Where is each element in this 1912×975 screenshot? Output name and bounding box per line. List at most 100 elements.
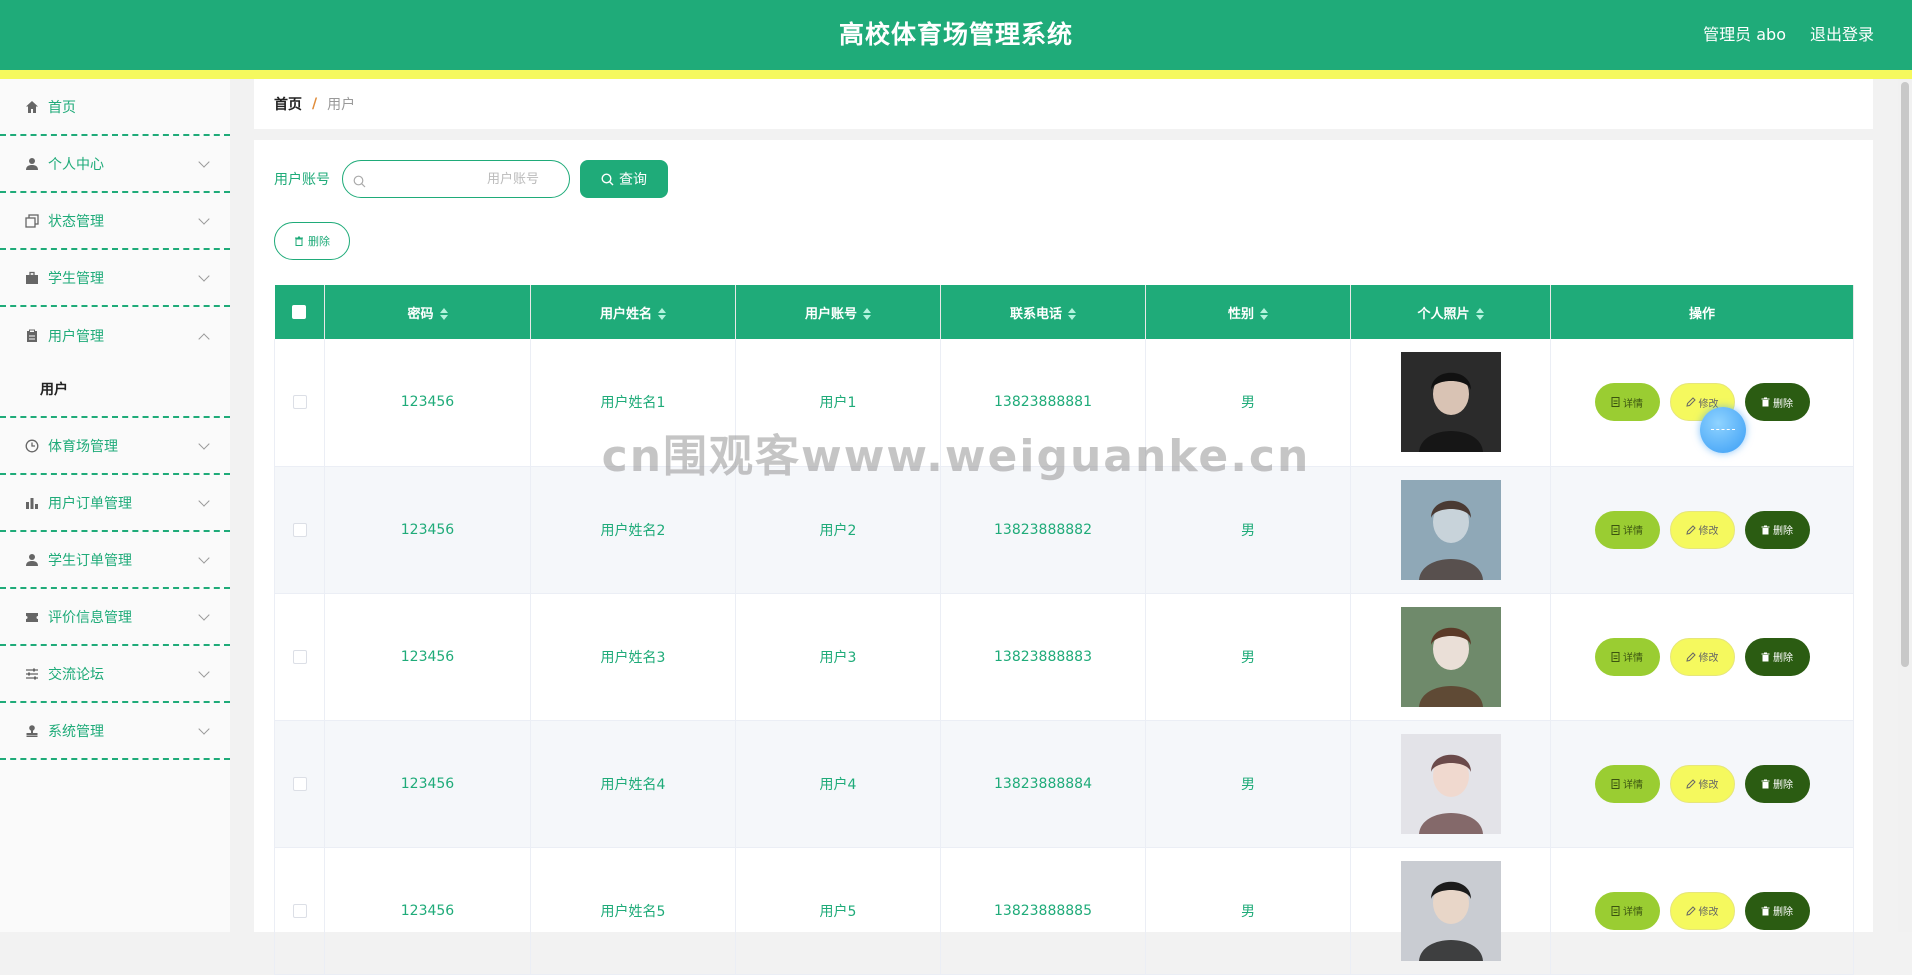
table-row: 123456 用户姓名1 用户1 13823888881 男 详情 修改 删除 — [274, 339, 1854, 466]
trash-icon — [1761, 906, 1770, 915]
account-cell: 用户2 — [735, 466, 941, 593]
column-header-password[interactable]: 密码 — [324, 285, 531, 339]
sort-icon[interactable] — [863, 308, 871, 320]
sidebar-item-home[interactable]: 首页 — [0, 79, 230, 136]
scrollbar-thumb[interactable] — [1901, 82, 1909, 667]
detail-button[interactable]: 详情 — [1594, 764, 1660, 803]
detail-button[interactable]: 详情 — [1594, 637, 1660, 676]
search-input[interactable] — [343, 161, 569, 197]
document-icon — [1611, 905, 1620, 916]
sidebar-item-system[interactable]: 系统管理 — [0, 703, 230, 760]
search-label: 用户账号 — [274, 172, 330, 188]
name-cell: 用户姓名3 — [530, 593, 736, 720]
detail-button-label: 详情 — [1623, 907, 1643, 918]
detail-button-label: 详情 — [1623, 398, 1643, 410]
chevron-down-icon — [198, 722, 210, 735]
delete-button[interactable]: 删除 — [1744, 510, 1810, 549]
sort-icon[interactable] — [1068, 308, 1076, 320]
row-checkbox[interactable] — [292, 649, 307, 664]
sidebar-item-personal-center[interactable]: 个人中心 — [0, 136, 230, 193]
header-accent-stripe — [0, 70, 1912, 79]
row-checkbox[interactable] — [292, 776, 307, 791]
password-cell: 123456 — [324, 339, 531, 466]
trash-icon — [1761, 397, 1770, 407]
sidebar-item-students[interactable]: 学生管理 — [0, 250, 230, 307]
column-header-phone[interactable]: 联系电话 — [940, 285, 1146, 339]
account-cell: 用户5 — [735, 847, 941, 974]
profile-photo[interactable] — [1400, 860, 1501, 961]
ticket-icon — [24, 609, 40, 625]
row-checkbox[interactable] — [292, 903, 307, 918]
gender-cell: 男 — [1145, 339, 1351, 466]
delete-button[interactable]: 删除 — [1744, 891, 1810, 930]
delete-button-label: 删除 — [1773, 780, 1793, 791]
search-button-label: 查询 — [619, 172, 647, 188]
chevron-down-icon — [198, 665, 210, 678]
account-cell: 用户3 — [735, 593, 941, 720]
pencil-icon — [1685, 397, 1696, 407]
sidebar-item-user-orders[interactable]: 用户订单管理 — [0, 475, 230, 532]
actions-cell: 详情 修改 删除 — [1550, 466, 1854, 593]
detail-button[interactable]: 详情 — [1594, 510, 1660, 549]
column-header-gender[interactable]: 性别 — [1145, 285, 1351, 339]
pencil-icon — [1685, 651, 1696, 662]
sidebar-item-forum[interactable]: 交流论坛 — [0, 646, 230, 703]
sidebar-subitem-users[interactable]: 用户 — [0, 364, 230, 416]
detail-button-label: 详情 — [1623, 653, 1643, 664]
edit-button[interactable]: 修改 — [1669, 637, 1735, 676]
column-header-photo[interactable]: 个人照片 — [1350, 285, 1551, 339]
delete-button-label: 删除 — [1773, 398, 1793, 410]
password-cell: 123456 — [324, 593, 531, 720]
logout-button[interactable]: 退出登录 — [1810, 0, 1874, 70]
document-icon — [1611, 778, 1620, 789]
sort-icon[interactable] — [658, 308, 666, 320]
column-header-label: 联系电话 — [1009, 306, 1062, 322]
sort-icon[interactable] — [439, 308, 448, 320]
edit-button[interactable]: 修改 — [1669, 891, 1735, 930]
users-table: 密码 用户姓名 用户账号 联系电话 性别 个人照片 操作 123456 用户姓名1… — [274, 285, 1854, 975]
profile-photo[interactable] — [1400, 606, 1501, 707]
delete-button[interactable]: 删除 — [1744, 764, 1810, 803]
edit-button[interactable]: 修改 — [1669, 764, 1735, 803]
delete-button[interactable]: 删除 — [1744, 637, 1810, 676]
sort-icon[interactable] — [1260, 308, 1268, 320]
detail-button-label: 详情 — [1623, 780, 1643, 791]
edit-button[interactable]: 修改 — [1669, 510, 1735, 549]
current-user-label[interactable]: 管理员 abo — [1703, 0, 1786, 70]
select-all-cell — [274, 285, 325, 339]
floating-assistant-ball[interactable] — [1700, 407, 1746, 453]
sidebar-item-user-management[interactable]: 用户管理 — [0, 307, 230, 364]
profile-photo[interactable] — [1400, 733, 1501, 834]
sidebar-item-status[interactable]: 状态管理 — [0, 193, 230, 250]
row-checkbox[interactable] — [292, 522, 307, 537]
column-header-account[interactable]: 用户账号 — [735, 285, 941, 339]
profile-photo[interactable] — [1400, 479, 1501, 580]
delete-button[interactable]: 删除 — [1744, 383, 1810, 422]
phone-cell: 13823888883 — [940, 593, 1146, 720]
sort-icon[interactable] — [1475, 308, 1484, 320]
breadcrumb-home-link[interactable]: 首页 — [274, 94, 302, 114]
profile-photo[interactable] — [1400, 352, 1501, 453]
app-title: 高校体育场管理系统 — [838, 20, 1073, 49]
table-row: 123456 用户姓名3 用户3 13823888883 男 详情 修改 删除 — [274, 593, 1854, 720]
search-button[interactable]: 查询 — [580, 160, 668, 198]
sidebar-item-student-orders[interactable]: 学生订单管理 — [0, 532, 230, 589]
top-header: 高校体育场管理系统 管理员 abo 退出登录 — [0, 0, 1912, 70]
select-cell — [274, 847, 325, 974]
sidebar-item-reviews[interactable]: 评价信息管理 — [0, 589, 230, 646]
edit-button-label: 修改 — [1698, 653, 1719, 664]
bulk-delete-button[interactable]: 删除 — [274, 222, 350, 260]
password-cell: 123456 — [324, 720, 531, 847]
select-all-checkbox[interactable] — [292, 305, 307, 319]
detail-button[interactable]: 详情 — [1594, 383, 1660, 422]
account-cell: 用户4 — [735, 720, 941, 847]
detail-button[interactable]: 详情 — [1594, 891, 1660, 930]
pencil-icon — [1685, 778, 1696, 789]
delete-button-label: 删除 — [1773, 653, 1793, 664]
chevron-down-icon — [198, 551, 210, 564]
sidebar-item-stadium[interactable]: 体育场管理 — [0, 418, 230, 475]
row-checkbox[interactable] — [292, 395, 307, 410]
table-header-row: 密码 用户姓名 用户账号 联系电话 性别 个人照片 操作 — [274, 285, 1854, 339]
column-header-label: 密码 — [407, 306, 434, 322]
column-header-name[interactable]: 用户姓名 — [530, 285, 736, 339]
